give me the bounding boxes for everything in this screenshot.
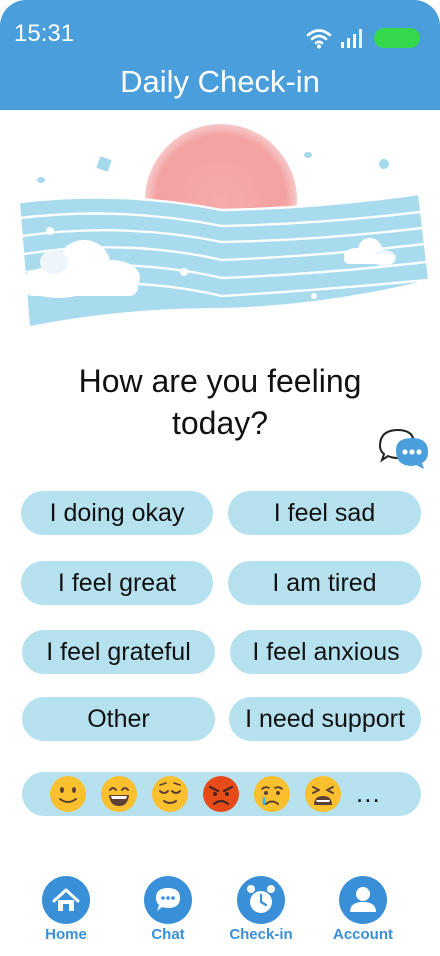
option-need-support[interactable]: I need support: [229, 697, 421, 741]
wifi-icon: [306, 29, 332, 49]
nav-item-account[interactable]: Account: [323, 868, 403, 943]
option-label: I feel great: [57, 568, 177, 597]
option-label: I doing okay: [49, 498, 185, 527]
option-label: I feel sad: [273, 498, 376, 527]
status-time: 15:31: [14, 20, 75, 47]
more-emojis-button[interactable]: ...: [356, 778, 381, 808]
nav-label-chat: Chat: [151, 926, 185, 943]
signal-icon: [341, 29, 362, 48]
nav-label-account: Account: [333, 926, 393, 943]
alarm-clock-icon: [237, 876, 285, 924]
emoji-bar: ...: [22, 772, 421, 816]
option-feel-grateful[interactable]: I feel grateful: [22, 630, 215, 674]
option-feel-sad[interactable]: I feel sad: [228, 491, 421, 535]
option-label: I feel grateful: [46, 637, 191, 666]
option-label: I am tired: [272, 568, 377, 597]
user-icon: [339, 876, 387, 924]
chat-bubble-icon[interactable]: [376, 426, 430, 470]
battery-icon: [374, 28, 420, 48]
feeling-question: How are you feeling today?: [78, 363, 362, 441]
page-title: Daily Check-in: [120, 64, 320, 99]
option-other[interactable]: Other: [22, 697, 215, 741]
app-header: 15:31 Daily Check-in: [0, 0, 440, 110]
home-icon: [42, 876, 90, 924]
option-label: I need support: [245, 704, 405, 733]
slightly-smiling-emoji-icon[interactable]: [49, 775, 87, 813]
angry-emoji-icon[interactable]: [202, 775, 240, 813]
bottom-navigation: Home Chat Check-in Account: [0, 868, 440, 956]
nav-label-check-in: Check-in: [229, 926, 293, 943]
status-icons: [306, 26, 420, 50]
nav-item-chat[interactable]: Chat: [128, 868, 208, 943]
nav-label-home: Home: [45, 926, 87, 943]
nav-item-check-in[interactable]: Check-in: [221, 868, 301, 943]
relieved-emoji-icon[interactable]: [151, 775, 189, 813]
option-feel-great[interactable]: I feel great: [21, 561, 213, 605]
option-label: I feel anxious: [252, 637, 400, 666]
crying-emoji-icon[interactable]: [253, 775, 291, 813]
option-doing-okay[interactable]: I doing okay: [21, 491, 213, 535]
nav-item-home[interactable]: Home: [26, 868, 106, 943]
option-am-tired[interactable]: I am tired: [228, 561, 421, 605]
weary-emoji-icon[interactable]: [304, 775, 342, 813]
chat-icon: [144, 876, 192, 924]
hero-illustration: [19, 124, 429, 326]
option-feel-anxious[interactable]: I feel anxious: [230, 630, 422, 674]
grinning-emoji-icon[interactable]: [100, 775, 138, 813]
option-label: Other: [87, 704, 150, 733]
